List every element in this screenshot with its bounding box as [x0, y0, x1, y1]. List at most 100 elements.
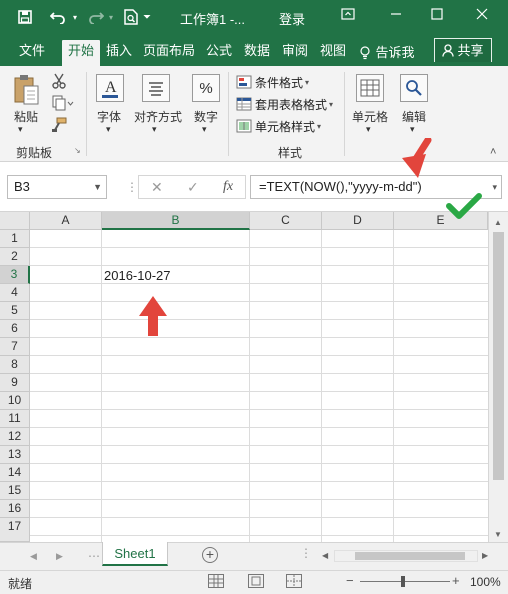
- row-header-3[interactable]: 3: [0, 266, 30, 284]
- new-sheet-button[interactable]: +: [202, 547, 218, 563]
- ribbon-display-options-icon[interactable]: [338, 7, 358, 25]
- undo-icon[interactable]: [48, 8, 68, 26]
- number-label[interactable]: 数字: [194, 108, 218, 125]
- font-label[interactable]: 字体: [97, 108, 121, 125]
- cut-icon[interactable]: [50, 72, 68, 90]
- row-header-15[interactable]: 15: [0, 482, 30, 500]
- zoom-out-button[interactable]: −: [346, 573, 354, 588]
- page-break-preview-icon[interactable]: [286, 574, 302, 588]
- column-header-c[interactable]: C: [250, 212, 322, 230]
- paste-label[interactable]: 粘贴: [14, 108, 38, 125]
- copy-icon[interactable]: [50, 94, 76, 112]
- customize-quick-access-icon[interactable]: ⏷: [142, 8, 152, 26]
- tab-view[interactable]: 视图: [316, 40, 350, 66]
- login-link[interactable]: 登录: [279, 9, 305, 28]
- cell-grid[interactable]: [30, 230, 488, 542]
- row-header-10[interactable]: 10: [0, 392, 30, 410]
- collapse-ribbon-icon[interactable]: ˄: [490, 146, 496, 158]
- sheet-prev-icon[interactable]: ◀: [30, 551, 37, 562]
- maximize-icon[interactable]: [427, 7, 447, 25]
- page-layout-view-icon[interactable]: [248, 574, 264, 588]
- redo-dropdown-icon[interactable]: ▾: [106, 8, 116, 26]
- row-header-17[interactable]: 17: [0, 518, 30, 542]
- row-header-4[interactable]: 4: [0, 284, 30, 302]
- column-header-a[interactable]: A: [30, 212, 102, 230]
- font-icon[interactable]: A: [96, 74, 124, 102]
- undo-dropdown-icon[interactable]: ▾: [70, 8, 80, 26]
- tell-me-search[interactable]: 告诉我: [356, 40, 418, 66]
- number-format-icon[interactable]: %: [192, 74, 220, 102]
- row-header-12[interactable]: 12: [0, 428, 30, 446]
- minimize-icon[interactable]: [386, 7, 406, 25]
- column-header-d[interactable]: D: [322, 212, 394, 230]
- vertical-scrollbar[interactable]: ▲ ▼: [488, 212, 508, 542]
- format-as-table-button[interactable]: 套用表格格式 ▾: [236, 94, 333, 114]
- row-header-11[interactable]: 11: [0, 410, 30, 428]
- vertical-scroll-thumb[interactable]: [493, 232, 504, 480]
- column-header-b[interactable]: B: [102, 212, 250, 230]
- scroll-up-icon[interactable]: ▲: [494, 218, 502, 227]
- tab-formulas[interactable]: 公式: [202, 40, 236, 66]
- paste-icon[interactable]: [12, 72, 42, 108]
- select-all-corner[interactable]: [0, 212, 30, 230]
- row-header-2[interactable]: 2: [0, 248, 30, 266]
- horizontal-scrollbar[interactable]: [334, 550, 478, 562]
- sheet-more-icon[interactable]: ⋯: [88, 549, 100, 563]
- row-header-6[interactable]: 6: [0, 320, 30, 338]
- row-header-16[interactable]: 16: [0, 500, 30, 518]
- save-icon[interactable]: [16, 8, 34, 26]
- zoom-slider-track[interactable]: [360, 581, 450, 582]
- tab-page-layout[interactable]: 页面布局: [140, 40, 198, 66]
- name-box-dropdown-icon[interactable]: ▼: [93, 176, 102, 198]
- paste-dropdown-icon[interactable]: ▾: [18, 124, 23, 135]
- normal-view-icon[interactable]: [208, 574, 224, 588]
- zoom-level[interactable]: 100%: [470, 575, 501, 589]
- insert-function-icon[interactable]: fx: [223, 179, 233, 195]
- row-header-7[interactable]: 7: [0, 338, 30, 356]
- cells-icon[interactable]: [356, 74, 384, 102]
- share-button[interactable]: 共享: [434, 38, 492, 62]
- editing-dropdown-icon[interactable]: ▾: [410, 124, 415, 135]
- row-header-8[interactable]: 8: [0, 356, 30, 374]
- cells-label[interactable]: 单元格: [352, 108, 388, 125]
- cell-styles-button[interactable]: 单元格样式 ▾: [236, 116, 321, 136]
- scroll-down-icon[interactable]: ▼: [494, 530, 502, 539]
- tab-file[interactable]: 文件: [14, 40, 50, 66]
- tab-insert[interactable]: 插入: [102, 40, 136, 66]
- row-header-5[interactable]: 5: [0, 302, 30, 320]
- tab-home[interactable]: 开始: [62, 40, 100, 66]
- close-icon[interactable]: [472, 7, 492, 25]
- cancel-icon[interactable]: ✕: [151, 179, 163, 196]
- print-preview-icon[interactable]: [122, 8, 140, 26]
- editing-label[interactable]: 编辑: [402, 108, 426, 125]
- sheet-next-icon[interactable]: ▶: [56, 551, 63, 562]
- tab-review[interactable]: 审阅: [278, 40, 312, 66]
- enter-icon[interactable]: ✓: [187, 179, 199, 196]
- redo-icon[interactable]: [86, 8, 106, 26]
- cells-dropdown-icon[interactable]: ▾: [366, 124, 371, 135]
- row-header-14[interactable]: 14: [0, 464, 30, 482]
- expand-formula-bar-icon[interactable]: ▾: [492, 176, 497, 198]
- row-header-1[interactable]: 1: [0, 230, 30, 248]
- number-dropdown-icon[interactable]: ▾: [202, 124, 207, 135]
- row-header-9[interactable]: 9: [0, 374, 30, 392]
- name-box[interactable]: B3 ▼: [7, 175, 107, 199]
- tab-data[interactable]: 数据: [240, 40, 274, 66]
- row-header-13[interactable]: 13: [0, 446, 30, 464]
- formula-bar-grip-icon[interactable]: ⋮: [126, 180, 138, 194]
- horizontal-scroll-thumb[interactable]: [355, 552, 465, 560]
- tab-split-grip-icon[interactable]: ⋮: [300, 546, 312, 560]
- zoom-slider-thumb[interactable]: [401, 576, 405, 587]
- conditional-formatting-button[interactable]: 条件格式 ▾: [236, 72, 309, 92]
- scroll-right-icon[interactable]: ▶: [482, 551, 488, 560]
- alignment-label[interactable]: 对齐方式: [134, 108, 182, 125]
- format-painter-icon[interactable]: [50, 116, 68, 134]
- scroll-left-icon[interactable]: ◀: [322, 551, 328, 560]
- alignment-icon[interactable]: [142, 74, 170, 102]
- editing-icon[interactable]: [400, 74, 428, 102]
- alignment-dropdown-icon[interactable]: ▾: [152, 124, 157, 135]
- clipboard-launcher-icon[interactable]: ↘: [74, 146, 81, 155]
- zoom-in-button[interactable]: +: [452, 573, 460, 588]
- sheet-tab-sheet1[interactable]: Sheet1: [102, 542, 168, 566]
- font-dropdown-icon[interactable]: ▾: [106, 124, 111, 135]
